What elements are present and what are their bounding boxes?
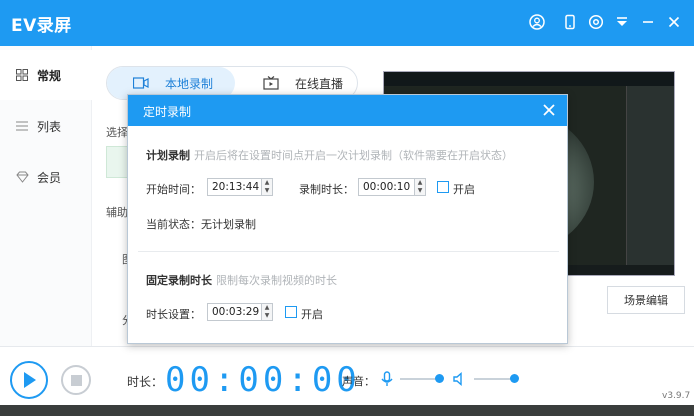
spinner-arrows[interactable]: ▲ ▼ — [414, 179, 425, 195]
scene-edit-button[interactable]: 场景编辑 — [607, 286, 685, 314]
spinner-arrows[interactable]: ▲ ▼ — [261, 304, 272, 320]
record-duration-field[interactable]: 00:00:10 ▲ ▼ — [358, 178, 426, 196]
sidebar-item-label: 常规 — [37, 68, 62, 83]
tab-label: 本地录制 — [165, 76, 214, 91]
volume-label: 声音： — [342, 375, 375, 388]
fixed-enable-checkbox[interactable] — [285, 306, 297, 318]
status-row: 当前状态：无计划录制 — [146, 216, 256, 232]
close-icon[interactable] — [664, 12, 684, 32]
plan-enable-checkbox[interactable] — [437, 181, 449, 193]
minimize-icon[interactable] — [638, 12, 658, 32]
record-icon — [133, 76, 149, 90]
app-title: EV录屏 — [11, 16, 72, 36]
start-time-field[interactable]: 20:13:44 ▲ ▼ — [207, 178, 273, 196]
speaker-icon[interactable] — [452, 371, 468, 387]
assist-label: 辅助 — [106, 206, 128, 219]
start-record-button[interactable] — [10, 361, 48, 399]
preview-sidepanel — [626, 86, 674, 275]
mic-volume-knob[interactable] — [435, 374, 444, 383]
sidebar: 常规 列表 会员 — [0, 46, 92, 346]
spinner-arrows[interactable]: ▲ ▼ — [261, 179, 272, 195]
fixed-section-title: 固定录制时长 — [146, 274, 212, 287]
record-timer: 00:00:00 — [165, 360, 361, 400]
select-label: 选择 — [106, 126, 128, 139]
tab-label: 在线直播 — [295, 76, 344, 91]
phone-icon[interactable] — [560, 12, 580, 32]
fixed-section-header: 固定录制时长 限制每次录制视频的时长 — [146, 272, 337, 288]
scheduled-record-dialog: 定时录制 计划录制 开启后将在设置时间点开启一次计划录制（软件需要在开启状态） 开… — [127, 94, 568, 344]
status-value: 无计划录制 — [201, 218, 256, 231]
diamond-icon — [15, 170, 29, 184]
play-icon — [24, 372, 36, 388]
title-bar: EV录屏 — [0, 0, 694, 46]
sidebar-item-list[interactable]: 列表 — [0, 101, 92, 151]
plan-section-title: 计划录制 — [146, 149, 190, 162]
duration-setting-value: 00:03:29 — [212, 306, 260, 318]
duration-setting-field[interactable]: 00:03:29 ▲ ▼ — [207, 303, 273, 321]
screen-option[interactable] — [106, 146, 128, 178]
list-icon — [15, 119, 29, 133]
sidebar-item-member[interactable]: 会员 — [0, 152, 92, 202]
record-duration-value: 00:00:10 — [363, 181, 411, 193]
stop-record-button[interactable] — [61, 365, 91, 395]
sidebar-item-general[interactable]: 常规 — [0, 50, 92, 100]
plan-section-header: 计划录制 开启后将在设置时间点开启一次计划录制（软件需要在开启状态） — [146, 147, 513, 163]
menu-icon[interactable] — [612, 12, 632, 32]
record-duration-label: 录制时长： — [299, 183, 354, 196]
live-icon — [263, 76, 279, 90]
version-label: v3.9.7 — [662, 391, 691, 401]
preview-toolbar — [384, 72, 674, 86]
dialog-header: 定时录制 — [128, 95, 567, 126]
duration-label: 时长： — [127, 375, 164, 389]
stop-icon — [70, 374, 82, 386]
grid-icon — [15, 68, 29, 82]
dialog-close-icon[interactable] — [541, 102, 557, 118]
dialog-title: 定时录制 — [143, 105, 192, 119]
mic-icon[interactable] — [380, 371, 394, 387]
start-time-value: 20:13:44 — [212, 181, 260, 193]
taskbar-strip — [0, 405, 694, 416]
section-divider — [138, 251, 559, 252]
fixed-section-hint: 限制每次录制视频的时长 — [216, 274, 337, 287]
settings-icon[interactable] — [586, 12, 606, 32]
user-icon[interactable] — [527, 12, 547, 32]
status-label: 当前状态： — [146, 218, 201, 231]
plan-section-hint: 开启后将在设置时间点开启一次计划录制（软件需要在开启状态） — [194, 149, 513, 162]
plan-enable-label: 开启 — [453, 183, 475, 196]
duration-setting-label: 时长设置： — [146, 308, 201, 321]
fixed-enable-label: 开启 — [301, 308, 323, 321]
speaker-volume-knob[interactable] — [510, 374, 519, 383]
sidebar-item-label: 列表 — [37, 119, 62, 134]
sidebar-item-label: 会员 — [37, 170, 62, 185]
start-time-label: 开始时间： — [146, 183, 201, 196]
